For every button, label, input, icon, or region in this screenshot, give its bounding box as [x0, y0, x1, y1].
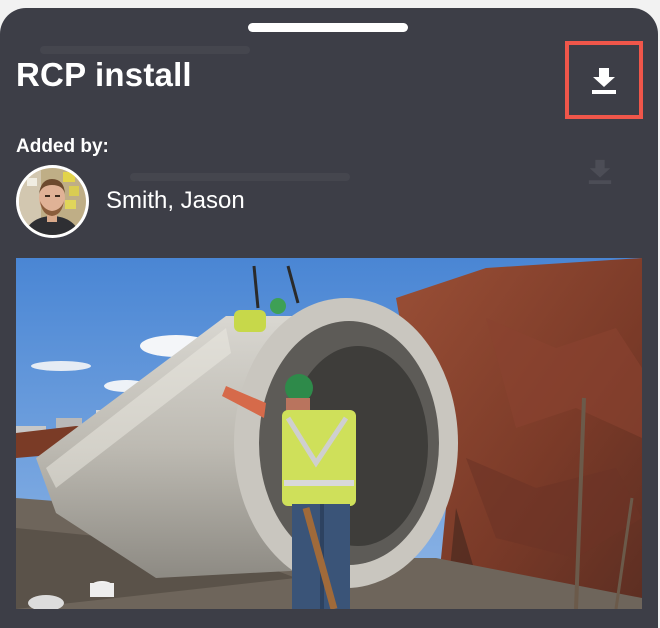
download-icon	[592, 68, 616, 94]
avatar[interactable]	[16, 165, 89, 238]
page-title: RCP install	[16, 56, 192, 93]
attachment-photo[interactable]	[16, 258, 642, 609]
user-name[interactable]: Smith, Jason	[106, 187, 245, 215]
user-avatar-photo	[19, 168, 86, 235]
sheet-drag-handle[interactable]	[248, 23, 408, 32]
ghost-download-icon	[588, 159, 612, 184]
download-button[interactable]	[565, 41, 643, 119]
ghost-line	[130, 173, 350, 181]
added-by-label: Added by:	[16, 136, 109, 157]
attachment-sheet: RCP install Added by: Smith, Jason	[0, 8, 658, 628]
ghost-line	[40, 46, 250, 54]
worker-guiding-concrete-pipe-photo	[16, 258, 642, 609]
